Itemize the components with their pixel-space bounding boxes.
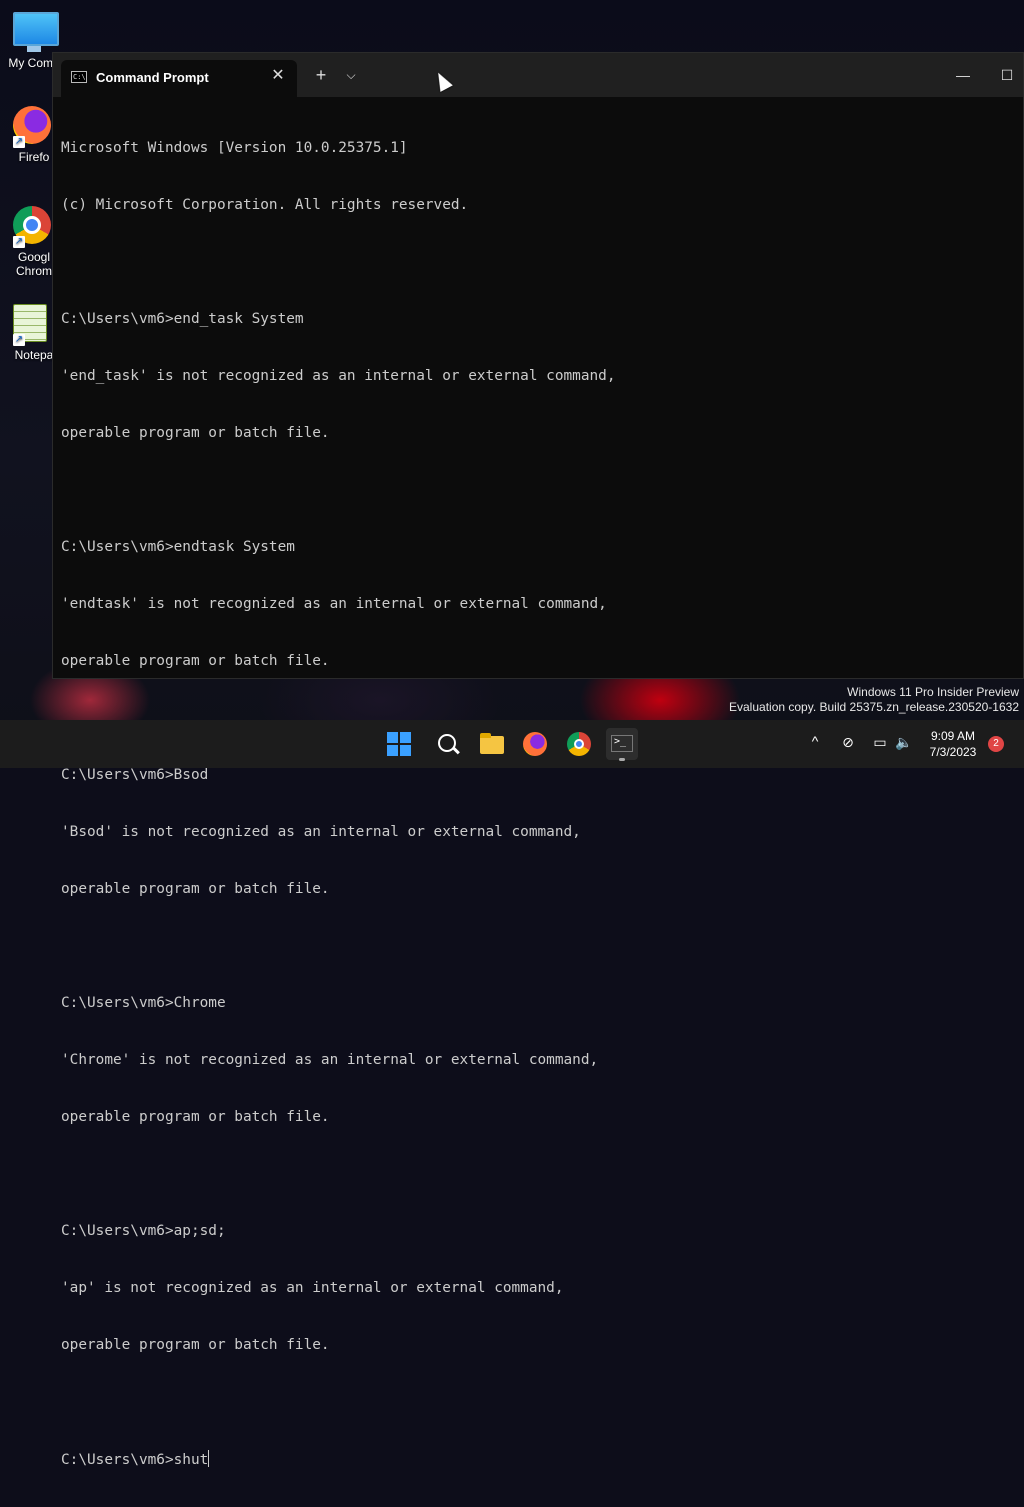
console-line: C:\Users\vm6>ap;sd; bbox=[61, 1223, 226, 1239]
maximize-button[interactable]: ☐ bbox=[987, 61, 1024, 89]
terminal-window: C:\ Command Prompt ✕ + ⌵ — ☐ Microsoft W… bbox=[52, 52, 1024, 1468]
evaluation-watermark: Windows 11 Pro Insider Preview Evaluatio… bbox=[729, 685, 1019, 715]
cmd-icon: C:\ bbox=[71, 71, 87, 83]
close-tab-icon[interactable]: ✕ bbox=[269, 67, 287, 85]
terminal-icon[interactable] bbox=[606, 728, 638, 760]
network-disconnected-icon[interactable]: ⊘ bbox=[838, 734, 858, 754]
console-line: 'Chrome' is not recognized as an interna… bbox=[61, 1052, 599, 1068]
text-cursor bbox=[208, 1450, 210, 1467]
console-prompt: C:\Users\vm6> bbox=[61, 1452, 174, 1468]
file-explorer-icon[interactable] bbox=[476, 728, 508, 760]
shortcut-arrow-icon: ↗ bbox=[13, 236, 25, 248]
console-line: 'endtask' is not recognized as an intern… bbox=[61, 596, 607, 612]
console-line: 'end_task' is not recognized as an inter… bbox=[61, 368, 616, 384]
console-input-line[interactable]: C:\Users\vm6>shut bbox=[61, 1450, 1015, 1469]
console-line: operable program or batch file. bbox=[61, 653, 330, 669]
console-line: operable program or batch file. bbox=[61, 881, 330, 897]
chevron-up-icon[interactable]: ^ bbox=[807, 733, 823, 753]
tab-title: Command Prompt bbox=[96, 70, 209, 85]
console-line: C:\Users\vm6>Chrome bbox=[61, 995, 226, 1011]
chrome-icon: ↗ bbox=[13, 206, 55, 248]
console-line: operable program or batch file. bbox=[61, 1337, 330, 1353]
console-input[interactable]: shut bbox=[174, 1452, 209, 1468]
clock[interactable]: 9:09 AM 7/3/2023 bbox=[920, 728, 986, 760]
clock-time: 9:09 AM bbox=[930, 729, 976, 743]
firefox-icon[interactable] bbox=[519, 728, 551, 760]
active-app-indicator bbox=[619, 758, 625, 761]
chrome-icon[interactable] bbox=[563, 728, 595, 760]
tab-command-prompt[interactable]: C:\ Command Prompt ✕ bbox=[61, 60, 297, 97]
start-icon[interactable] bbox=[387, 732, 411, 756]
console-line: operable program or batch file. bbox=[61, 1109, 330, 1125]
console-line: 'ap' is not recognized as an internal or… bbox=[61, 1280, 564, 1296]
console-output[interactable]: Microsoft Windows [Version 10.0.25375.1]… bbox=[61, 101, 1015, 1468]
watermark-line-2: Evaluation copy. Build 25375.zn_release.… bbox=[729, 700, 1019, 714]
title-bar[interactable]: C:\ Command Prompt ✕ + ⌵ — ☐ bbox=[53, 53, 1023, 97]
chevron-down-icon[interactable]: ⌵ bbox=[341, 65, 361, 85]
watermark-line-1: Windows 11 Pro Insider Preview bbox=[847, 685, 1019, 699]
shortcut-arrow-icon: ↗ bbox=[13, 334, 25, 346]
console-line: C:\Users\vm6>Bsod bbox=[61, 767, 209, 783]
console-line: operable program or batch file. bbox=[61, 425, 330, 441]
console-line: C:\Users\vm6>end_task System bbox=[61, 311, 304, 327]
console-line: Microsoft Windows [Version 10.0.25375.1] bbox=[61, 140, 408, 156]
volume-icon[interactable]: 🔈 bbox=[894, 734, 914, 754]
console-line: C:\Users\vm6>endtask System bbox=[61, 539, 295, 555]
new-tab-button[interactable]: + bbox=[311, 65, 331, 85]
console-line: 'Bsod' is not recognized as an internal … bbox=[61, 824, 581, 840]
shortcut-arrow-icon: ↗ bbox=[13, 136, 25, 148]
firefox-icon: ↗ bbox=[13, 106, 55, 148]
minimize-button[interactable]: — bbox=[943, 61, 983, 89]
display-icon[interactable]: ▭ bbox=[870, 734, 890, 754]
console-line: (c) Microsoft Corporation. All rights re… bbox=[61, 197, 469, 213]
monitor-icon bbox=[13, 12, 59, 54]
clock-date: 7/3/2023 bbox=[929, 745, 977, 759]
notification-badge[interactable]: 2 bbox=[988, 736, 1004, 752]
search-icon[interactable] bbox=[432, 728, 464, 760]
notepad-icon: ↗ bbox=[13, 304, 55, 346]
